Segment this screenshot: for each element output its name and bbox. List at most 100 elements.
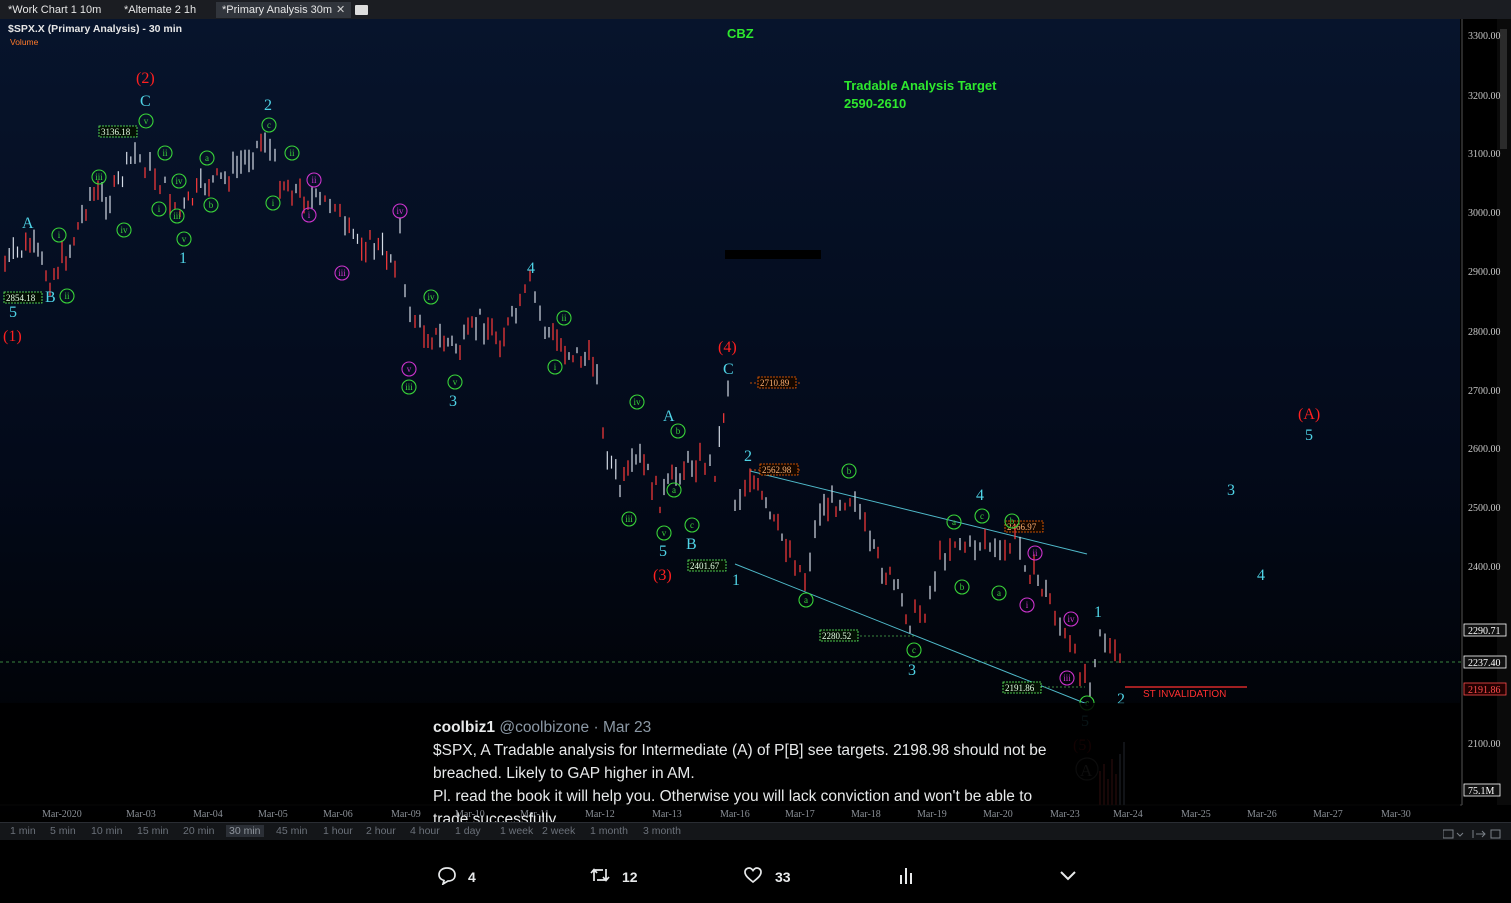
folder-icon[interactable] [355, 5, 368, 15]
minor-wave-label: i [58, 230, 61, 240]
timeframe-button[interactable]: 1 month [587, 825, 631, 837]
timeframe-button[interactable]: 15 min [134, 825, 172, 837]
timeframe-button[interactable]: 1 hour [320, 825, 356, 837]
tweet-author-name[interactable]: coolbiz1 [433, 719, 495, 736]
x-tick: Mar-09 [391, 809, 421, 820]
tweet-text-line: breached. Likely to GAP higher in AM. [433, 765, 695, 782]
close-icon[interactable]: ✕ [336, 4, 345, 16]
minor-wave-label: iv [427, 292, 435, 302]
timeframe-button[interactable]: 3 month [640, 825, 684, 837]
wave-label: B [45, 289, 56, 306]
chevron-down-icon[interactable] [1058, 865, 1078, 885]
minor-wave-label: i [272, 198, 275, 208]
redaction-bar [725, 250, 821, 259]
analytics-icon[interactable] [898, 865, 914, 885]
minor-wave-label: a [672, 485, 676, 495]
tweet-author-handle[interactable]: @coolbizone [499, 719, 589, 736]
minor-wave-circles: viiiii ivaiiiibviviiiciiiiii iviiiviiiivvi… [51, 113, 1095, 711]
x-tick: Mar-04 [193, 809, 223, 820]
minor-wave-label: iii [338, 268, 346, 278]
invalidation-label: ST INVALIDATION [1143, 689, 1226, 700]
timeframe-button[interactable]: 20 min [180, 825, 218, 837]
minor-wave-label: iv [1067, 614, 1075, 624]
x-tick: Mar-26 [1247, 809, 1277, 820]
minor-wave-label: b [960, 582, 965, 592]
y-tick: 3200.00 [1468, 91, 1501, 102]
wave-label: 1 [179, 250, 187, 267]
minor-wave-label: a [804, 595, 808, 605]
timeframe-button[interactable]: 2 week [539, 825, 578, 837]
timeframe-button[interactable]: 30 min [226, 825, 264, 837]
minor-wave-label: v [407, 364, 412, 374]
y-tick: 2400.00 [1468, 562, 1501, 573]
wave-label: (3) [653, 567, 672, 584]
minor-wave-label: iii [95, 172, 103, 182]
wave-label: A [663, 408, 675, 425]
wave-label: 5 [1305, 427, 1313, 444]
price-label: 2191.86 [1005, 683, 1035, 693]
reply-icon[interactable] [437, 865, 457, 885]
minor-wave-label: b [676, 426, 681, 436]
price-label: 2562.98 [762, 465, 792, 475]
price-flag-text: 2237.40 [1468, 658, 1501, 669]
target-title: Tradable Analysis Target [844, 78, 997, 93]
tab-primary-analysis[interactable]: *Primary Analysis 30m ✕ [216, 2, 352, 18]
wave-label: A [22, 215, 34, 232]
minor-wave-label: iv [175, 176, 183, 186]
retweet-icon[interactable] [589, 865, 611, 885]
chart-canvas[interactable]: 3300.00 3200.00 3100.00 3000.00 2900.00 … [0, 19, 1511, 822]
tweet-header: coolbiz1 @coolbizone · Mar 23 [433, 716, 1073, 739]
minor-wave-label: iii [405, 382, 413, 392]
tab-work-chart[interactable]: *Work Chart 1 10m [2, 2, 107, 18]
timeframe-button[interactable]: 5 min [47, 825, 79, 837]
timeframe-button[interactable]: 1 week [497, 825, 536, 837]
timeframe-button[interactable]: 1 day [452, 825, 484, 837]
price-chart: 3300.00 3200.00 3100.00 3000.00 2900.00 … [0, 19, 1511, 822]
wave-label: 4 [976, 487, 984, 504]
chart-tools[interactable] [1442, 826, 1503, 839]
minor-wave-label: ii [1032, 548, 1038, 558]
tweet-date[interactable]: · Mar 23 [594, 719, 652, 736]
timeframe-button[interactable]: 10 min [88, 825, 126, 837]
retweet-count: 12 [622, 869, 638, 885]
target-range: 2590-2610 [844, 96, 906, 111]
y-tick: 2900.00 [1468, 267, 1501, 278]
minor-wave-label: c [267, 120, 271, 130]
minor-wave-label: iv [396, 206, 404, 216]
wave-label: C [140, 93, 151, 110]
minor-wave-label: a [205, 153, 209, 163]
price-flag-text: 2290.71 [1468, 626, 1501, 637]
tab-label: *Altemate 2 1h [124, 4, 197, 16]
wave-label: 3 [449, 393, 457, 410]
reply-count: 4 [468, 869, 476, 885]
minor-wave-label: v [182, 234, 187, 244]
like-count: 33 [775, 869, 791, 885]
x-tick: Mar-06 [323, 809, 353, 820]
x-tick: Mar-30 [1381, 809, 1411, 820]
timeframe-button[interactable]: 1 min [7, 825, 39, 837]
minor-wave-label: iii [173, 211, 181, 221]
minor-wave-label: c [690, 520, 694, 530]
minor-wave-label: ii [162, 148, 168, 158]
x-tick: Mar-05 [258, 809, 288, 820]
wave-label: 3 [908, 662, 916, 679]
timeframe-button[interactable]: 4 hour [407, 825, 443, 837]
minor-wave-label: a [997, 588, 1001, 598]
price-flag-text: 2191.86 [1468, 685, 1501, 696]
y-tick: 2800.00 [1468, 327, 1501, 338]
heart-icon[interactable] [743, 865, 763, 885]
timeframe-button[interactable]: 45 min [273, 825, 311, 837]
wave-label: 2 [744, 448, 752, 465]
minor-wave-label: ii [64, 291, 70, 301]
tab-alternate[interactable]: *Altemate 2 1h [118, 2, 202, 18]
minor-wave-label: v [453, 377, 458, 387]
minor-wave-label: i [1026, 600, 1029, 610]
wave-label: C [723, 361, 734, 378]
price-label: 3136.18 [101, 127, 131, 137]
minor-wave-label: a [952, 517, 956, 527]
y-tick: 2100.00 [1468, 739, 1501, 750]
minor-wave-label: ii [311, 175, 317, 185]
minor-wave-label: iv [633, 397, 641, 407]
wave-label: 5 [659, 543, 667, 560]
timeframe-button[interactable]: 2 hour [363, 825, 399, 837]
